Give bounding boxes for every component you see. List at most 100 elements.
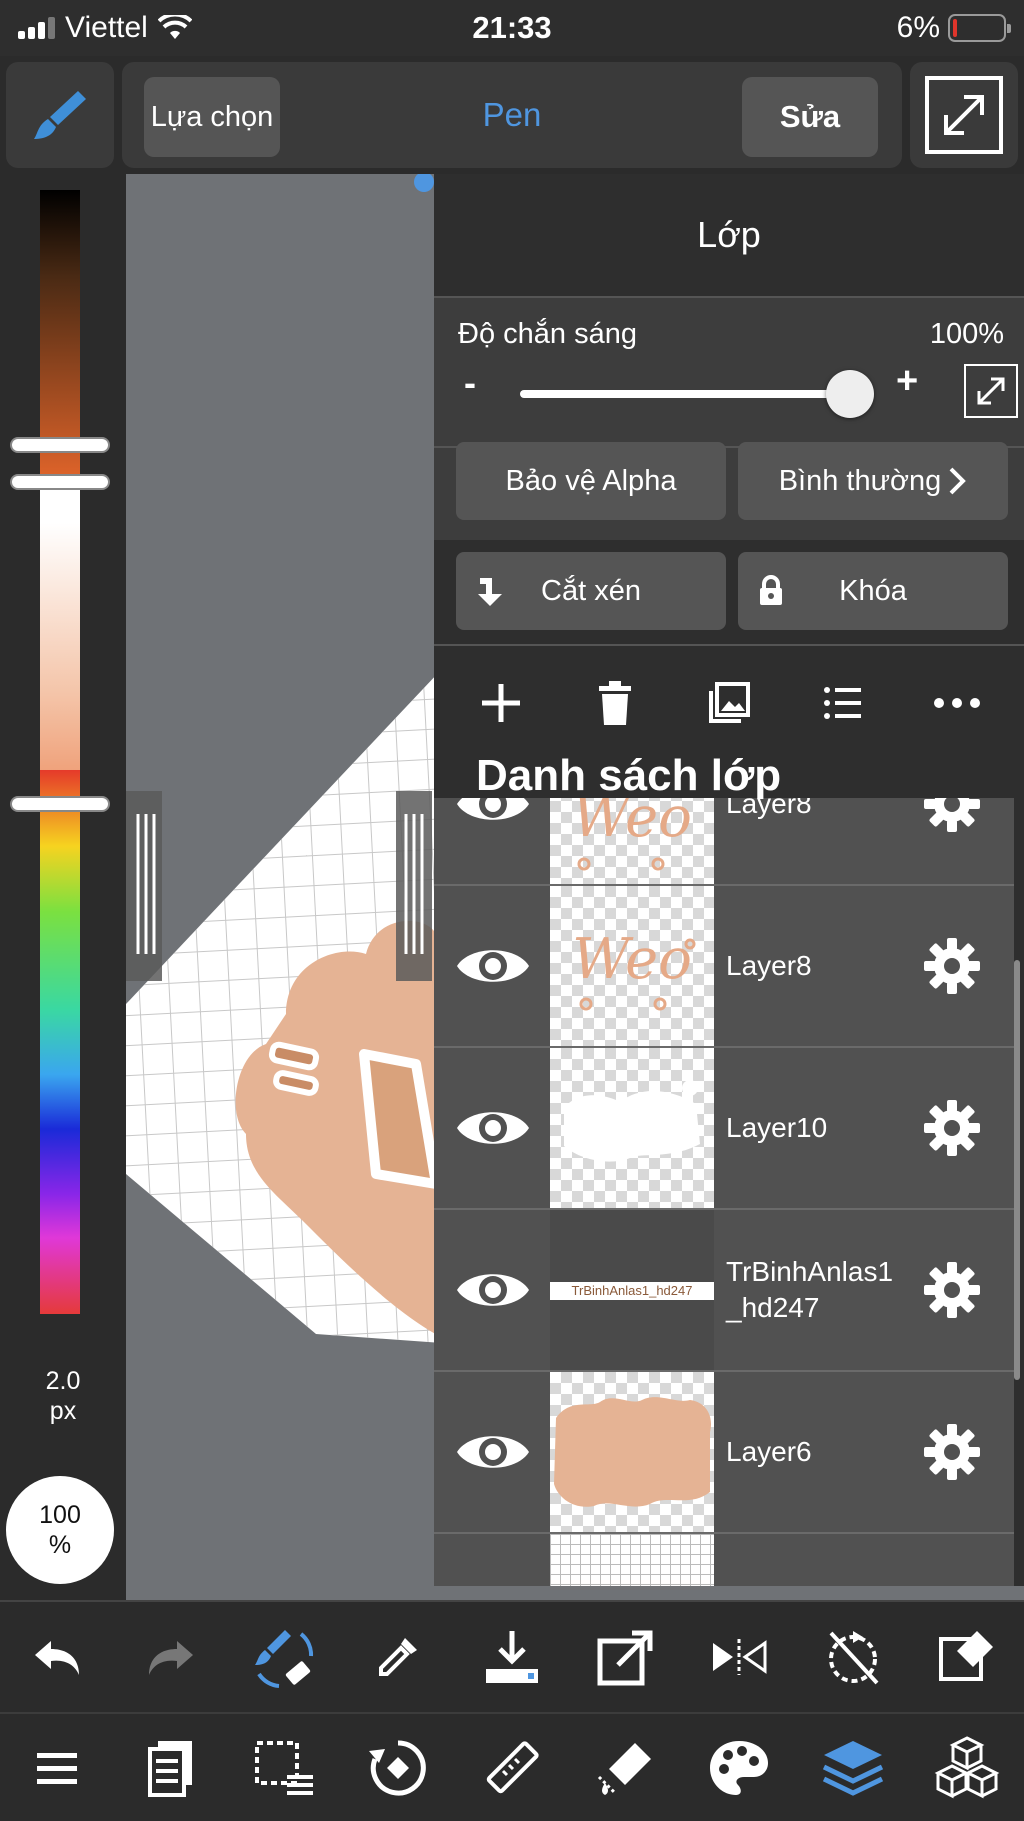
brush-opacity-unit: % <box>48 1531 72 1559</box>
svg-text:Weo: Weo <box>572 798 692 850</box>
opacity-slider-thumb[interactable] <box>826 370 874 418</box>
layer-row[interactable]: Weo Layer8 <box>434 886 1014 1048</box>
export-icon <box>597 1630 653 1686</box>
selection-tool-button[interactable] <box>244 1728 324 1808</box>
menu-icon <box>36 1752 77 1784</box>
brush-size-label[interactable]: 2.0 px <box>0 1366 126 1426</box>
layer-thumbnail <box>550 1048 714 1208</box>
layers-button[interactable] <box>813 1728 893 1808</box>
layer-row[interactable]: Layer6 <box>434 1372 1014 1534</box>
saturation-handle[interactable] <box>12 476 108 488</box>
redo-button[interactable] <box>131 1617 211 1697</box>
bottom-toolbar-main <box>0 1712 1024 1821</box>
layer-thumbnail: Weo <box>550 886 714 1046</box>
hue-slider[interactable] <box>40 770 80 1314</box>
opacity-increase-button[interactable]: + <box>896 360 918 403</box>
layer-opacity-label: Độ chắn sáng <box>458 318 637 350</box>
undo-button[interactable] <box>17 1617 97 1697</box>
layer-name: Layer10 <box>726 1112 828 1143</box>
opacity-slider-track[interactable] <box>520 390 860 398</box>
redo-icon <box>148 1641 193 1675</box>
color-sidebar: 2.0 px 100 % <box>0 174 126 1600</box>
status-bar: Viettel 21:33 6% <box>0 0 1024 56</box>
export-button[interactable] <box>586 1617 666 1697</box>
brush-swap-button[interactable] <box>244 1617 324 1697</box>
layer-list: Weo Layer8 Weo Layer8 Layer10 TrBinhAnla <box>434 798 1014 1586</box>
save-button[interactable] <box>472 1617 552 1697</box>
eyedropper-button[interactable] <box>358 1617 438 1697</box>
expand-icon <box>977 377 1005 405</box>
eye-icon[interactable] <box>454 1425 532 1479</box>
top-toolbar: Lựa chọn Pen Sửa <box>0 56 1024 174</box>
brush-opacity-button[interactable]: 100 % <box>6 1476 114 1584</box>
gear-icon[interactable] <box>922 1422 982 1482</box>
materials-button[interactable] <box>927 1728 1007 1808</box>
layer-image-button[interactable] <box>694 668 764 738</box>
layer-panel-title: Lớp <box>697 214 761 255</box>
clear-button[interactable] <box>927 1617 1007 1697</box>
lock-icon <box>760 575 782 605</box>
blend-mode-button[interactable]: Bình thường <box>738 442 1008 520</box>
brightness-handle[interactable] <box>12 439 108 451</box>
list-icon <box>824 687 861 719</box>
layer-thumbnail-text: TrBinhAnlas1_hd247 <box>550 1282 714 1300</box>
trash-icon <box>599 681 631 725</box>
ruler-button[interactable] <box>472 1728 552 1808</box>
eye-icon[interactable] <box>454 1263 532 1317</box>
brush-size-value: 2.0 <box>45 1367 81 1395</box>
brightness-gradient[interactable] <box>40 190 80 480</box>
layer-list-scrollbar[interactable] <box>1014 960 1020 1380</box>
eyedropper-icon <box>379 1638 418 1676</box>
layer-row[interactable]: Weo Layer8 <box>434 798 1014 886</box>
status-right: 6% <box>897 8 1011 48</box>
palette-icon <box>710 1740 769 1795</box>
hue-handle[interactable] <box>12 798 108 810</box>
brush-tool-button[interactable] <box>6 62 114 168</box>
rotate-reset-button[interactable] <box>813 1617 893 1697</box>
clock: 21:33 <box>472 10 552 45</box>
layer-name: TrBinhAnlas1_hd247 <box>726 1256 894 1323</box>
edit-button[interactable]: Sửa <box>742 77 878 157</box>
layer-actions <box>434 644 1024 760</box>
eye-icon[interactable] <box>454 798 532 831</box>
layers-icon <box>823 1740 884 1796</box>
lock-button[interactable]: Khóa <box>738 552 1008 630</box>
undo-icon <box>34 1641 79 1675</box>
selection-button[interactable]: Lựa chọn <box>144 77 280 157</box>
fullscreen-button[interactable] <box>910 62 1018 168</box>
eye-icon[interactable] <box>454 939 532 993</box>
layer-panel: Lớp Độ chắn sáng 100% - + Bảo vệ Alpha B… <box>434 174 1024 1586</box>
pages-button[interactable] <box>131 1728 211 1808</box>
menu-button[interactable] <box>17 1728 97 1808</box>
opacity-decrease-button[interactable]: - <box>464 362 476 404</box>
opacity-expand-button[interactable] <box>964 364 1018 418</box>
clipping-label: Cắt xén <box>541 574 641 607</box>
bottom-toolbar-actions <box>0 1600 1024 1712</box>
gear-icon[interactable] <box>922 936 982 996</box>
layer-row[interactable]: TrBinhAnlas1_hd247 TrBinhAnlas1_hd247 <box>434 1210 1014 1372</box>
gear-icon[interactable] <box>922 798 982 834</box>
flip-button[interactable] <box>699 1617 779 1697</box>
color-palette-button[interactable] <box>699 1728 779 1808</box>
layer-thumbnail: TrBinhAnlas1_hd247 <box>550 1210 714 1370</box>
save-icon <box>485 1631 538 1683</box>
layer-list-button[interactable] <box>808 668 878 738</box>
gear-icon[interactable] <box>922 1260 982 1320</box>
add-layer-button[interactable] <box>466 668 536 738</box>
battery-icon <box>948 14 1011 42</box>
layer-row[interactable] <box>434 1534 1014 1586</box>
fill-button[interactable] <box>586 1728 666 1808</box>
delete-layer-button[interactable] <box>580 668 650 738</box>
layer-thumbnail: Weo <box>550 798 714 884</box>
clipping-button[interactable]: Cắt xén <box>456 552 726 630</box>
layer-row[interactable]: Layer10 <box>434 1048 1014 1210</box>
brush-icon <box>34 91 86 139</box>
transform-button[interactable] <box>358 1728 438 1808</box>
blend-mode-label: Bình thường <box>778 464 942 497</box>
brush-size-unit: px <box>49 1397 77 1425</box>
more-options-button[interactable] <box>922 668 992 738</box>
gear-icon[interactable] <box>922 1098 982 1158</box>
alpha-protect-button[interactable]: Bảo vệ Alpha <box>456 442 726 520</box>
eye-icon[interactable] <box>454 1101 532 1155</box>
chevron-right-icon <box>949 467 967 495</box>
